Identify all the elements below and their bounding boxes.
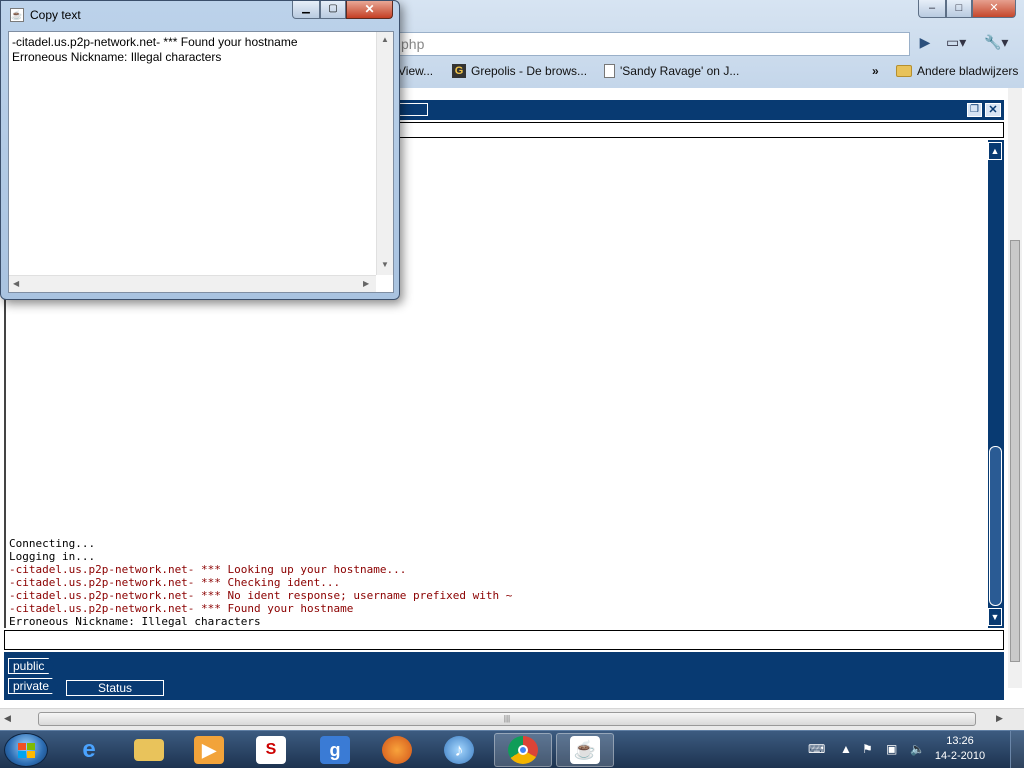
scroll-right-arrow-icon[interactable]: ▶ <box>996 713 1003 724</box>
windows-explorer-icon[interactable] <box>120 733 178 767</box>
clock-time[interactable]: 13:26 <box>930 735 990 747</box>
chat-scrollbar[interactable]: ▲ ▼ <box>988 140 1004 628</box>
chat-line: Logging in... <box>9 550 96 563</box>
tab-status[interactable]: Status <box>66 680 164 696</box>
dialog-horizontal-scrollbar[interactable]: ◀ ▶ <box>9 275 376 292</box>
close-icon[interactable]: ✕ <box>985 103 1001 117</box>
java-app-icon: ☕ <box>10 8 24 22</box>
chrome-icon[interactable] <box>494 733 552 767</box>
bookmark-sandy-ravage[interactable]: 'Sandy Ravage' on J... <box>604 64 739 78</box>
chat-line: -citadel.us.p2p-network.net- *** No iden… <box>9 589 513 602</box>
volume-icon[interactable]: 🔈 <box>910 742 925 756</box>
tab-private[interactable]: private <box>8 678 58 694</box>
chat-line: Connecting... <box>9 537 96 550</box>
start-button[interactable] <box>4 733 48 767</box>
other-bookmarks[interactable]: Andere bladwijzers <box>896 64 1018 78</box>
scroll-up-arrow-icon[interactable]: ▲ <box>988 142 1002 160</box>
taskbar: e ▶ S g ♪ ☕ ⌨ ▲ ⚑ ▣ 🔈 13:26 14-2-2010 <box>0 730 1024 768</box>
horizontal-scroll-thumb[interactable]: ||| <box>38 712 976 726</box>
chat-line: -citadel.us.p2p-network.net- *** Found y… <box>9 602 354 615</box>
action-center-flag-icon[interactable]: ⚑ <box>862 742 873 756</box>
scroll-right-arrow-icon[interactable]: ▶ <box>363 279 369 288</box>
dialog-title: Copy text <box>30 8 81 22</box>
dialog-close-button[interactable]: ✕ <box>346 1 393 19</box>
page-icon <box>604 64 615 78</box>
dialog-vertical-scrollbar[interactable]: ▲ ▼ <box>376 32 393 275</box>
network-icon[interactable]: ▣ <box>886 742 897 756</box>
windows-logo-icon <box>18 743 36 759</box>
media-player-icon[interactable]: ▶ <box>180 733 238 767</box>
restore-icon[interactable]: ❐ <box>967 103 982 117</box>
chat-input[interactable] <box>4 630 1004 650</box>
browser-vertical-scrollbar[interactable] <box>1008 88 1022 688</box>
bookmark-grepolis-label: Grepolis - De brows... <box>471 64 588 78</box>
copy-text-dialog: ☕ Copy text ▁ ▢ ✕ -citadel.us.p2p-networ… <box>0 0 400 300</box>
copy-text-content[interactable]: -citadel.us.p2p-network.net- *** Found y… <box>12 35 298 65</box>
show-hidden-icons-icon[interactable]: ▲ <box>840 742 852 756</box>
show-desktop-button[interactable] <box>1010 731 1024 768</box>
folder-icon <box>896 65 912 77</box>
system-tray: ⌨ ▲ ⚑ ▣ 🔈 13:26 14-2-2010 <box>800 731 1024 768</box>
scroll-left-arrow-icon[interactable]: ◀ <box>13 279 19 288</box>
channel-tabs-bar: public private Status <box>4 652 1004 700</box>
wrench-menu-icon[interactable]: 🔧▾ <box>984 34 1018 54</box>
scroll-up-arrow-icon[interactable]: ▲ <box>381 35 389 44</box>
go-arrow-icon[interactable]: ▶ <box>914 34 936 54</box>
bookmarks-bar: View... G Grepolis - De brows... 'Sandy … <box>396 60 1024 84</box>
java-icon[interactable]: ☕ <box>556 733 614 767</box>
itunes-icon[interactable]: ♪ <box>430 733 488 767</box>
chat-line: -citadel.us.p2p-network.net- *** Looking… <box>9 563 407 576</box>
dialog-maximize-button[interactable]: ▢ <box>320 1 346 19</box>
tab-public[interactable]: public <box>8 658 54 674</box>
chat-lines: Connecting... Logging in... -citadel.us.p2… <box>9 537 512 628</box>
bookmark-view-label: View... <box>398 64 434 78</box>
browser-horizontal-scrollbar[interactable]: ◀ ||| ▶ <box>0 708 1024 730</box>
browser-vertical-scroll-thumb[interactable] <box>1010 240 1020 662</box>
browser-maximize-button[interactable]: □ <box>946 0 972 18</box>
firefox-icon[interactable] <box>368 733 426 767</box>
clock-date[interactable]: 14-2-2010 <box>930 750 990 762</box>
chat-scroll-thumb[interactable] <box>989 446 1002 606</box>
chat-line: -citadel.us.p2p-network.net- *** Checkin… <box>9 576 341 589</box>
address-bar[interactable]: php <box>396 32 910 56</box>
scroll-down-arrow-icon[interactable]: ▼ <box>988 608 1002 626</box>
chat-line: Erroneous Nickname: Illegal characters <box>9 615 261 628</box>
scroll-down-arrow-icon[interactable]: ▼ <box>381 260 389 269</box>
copy-text-area[interactable]: -citadel.us.p2p-network.net- *** Found y… <box>8 31 394 293</box>
sbp-icon[interactable]: S <box>242 733 300 767</box>
browser-minimize-button[interactable]: – <box>918 0 946 18</box>
keyboard-icon[interactable]: ⌨ <box>808 742 825 756</box>
grepolis-favicon-icon: G <box>452 64 466 78</box>
internet-explorer-icon[interactable]: e <box>60 733 118 767</box>
browser-close-button[interactable]: ✕ <box>972 0 1016 18</box>
bookmark-view[interactable]: View... <box>398 64 433 78</box>
bookmark-sandy-label: 'Sandy Ravage' on J... <box>620 64 740 78</box>
scroll-left-arrow-icon[interactable]: ◀ <box>4 713 11 724</box>
bookmarks-overflow-chevron-icon[interactable]: » <box>872 64 879 78</box>
dialog-minimize-button[interactable]: ▁ <box>292 1 320 19</box>
bookmark-grepolis[interactable]: G Grepolis - De brows... <box>452 64 587 78</box>
page-menu-icon[interactable]: ▭▾ <box>946 34 978 54</box>
other-bookmarks-label: Andere bladwijzers <box>917 64 1019 78</box>
gmail-g-icon[interactable]: g <box>306 733 364 767</box>
